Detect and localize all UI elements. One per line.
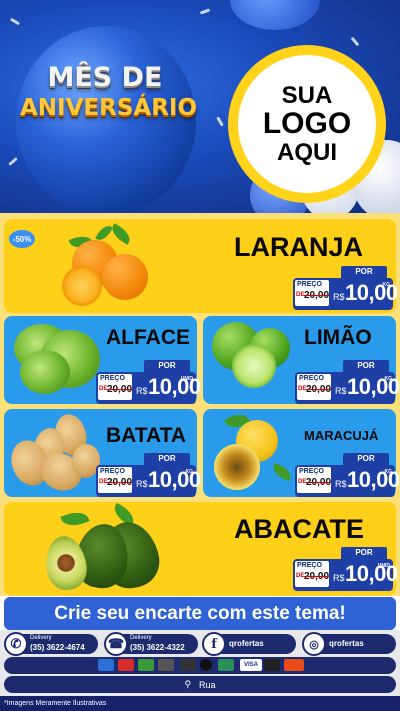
delivery-phone-1: (35) 3622-4674 — [30, 643, 85, 652]
card-icon — [98, 659, 114, 671]
confetti — [350, 36, 360, 47]
mastercard-icon — [264, 659, 280, 671]
preco-label: PREÇO — [100, 375, 125, 382]
price-tag-batata: POR PREÇO DE 20,00 R$ 10,00 KG — [96, 453, 201, 497]
delivery-label-1: Delivery — [30, 635, 52, 641]
currency: R$ — [333, 292, 345, 302]
unit-label: UNID — [377, 563, 390, 569]
currency: R$ — [335, 479, 347, 489]
old-price: 20,00 — [304, 571, 330, 582]
currency: R$ — [136, 386, 148, 396]
price-tag-abacate: POR PREÇO DE 20,00 R$ 10,00 UNID — [293, 547, 398, 591]
address-text: Rua — [199, 679, 216, 690]
price-tag-alface: POR PREÇO DE 20,00 R$ 10,00 UNID — [96, 360, 201, 404]
event-title: MÊS DE ANIVERSÁRIO — [20, 62, 198, 121]
balloon — [230, 0, 320, 30]
product-name-maracuja: MARACUJÁ — [304, 428, 379, 443]
preco-label: PREÇO — [297, 281, 322, 288]
delivery-label-2: Delivery — [130, 635, 152, 641]
product-name-alface: ALFACE — [106, 326, 190, 349]
unit-label: KG — [384, 469, 393, 475]
por-label: POR — [343, 453, 389, 465]
confetti — [216, 116, 224, 127]
cta-text: Crie seu encarte com este tema! — [54, 602, 346, 624]
whatsapp-icon: ✆ — [4, 632, 28, 656]
logo-text-2: LOGO — [262, 107, 352, 141]
por-label: POR — [341, 547, 387, 559]
title-line-2: ANIVERSÁRIO — [20, 95, 198, 121]
unit-label: KG — [382, 282, 391, 288]
product-name-abacate: ABACATE — [234, 514, 364, 544]
por-label: POR — [341, 266, 387, 278]
confetti — [8, 157, 18, 166]
preco-label: PREÇO — [297, 562, 322, 569]
unit-label: UNID — [180, 376, 193, 382]
address-bar[interactable]: ⚲ Rua — [4, 676, 396, 693]
por-label: POR — [144, 453, 190, 465]
title-line-1: MÊS DE — [47, 62, 163, 93]
por-label: POR — [144, 360, 190, 372]
cta-banner[interactable]: Crie seu encarte com este tema! — [4, 597, 396, 630]
card-icon — [218, 659, 234, 671]
delivery-phone-2: (35) 3622-4322 — [130, 643, 185, 652]
logo-text-3: AQUI — [277, 138, 337, 166]
old-price: 20,00 — [107, 384, 133, 395]
visa-icon: VISA — [240, 659, 262, 671]
unit-label: KG — [185, 469, 194, 475]
preco-label: PREÇO — [299, 468, 324, 475]
cash-icon — [138, 659, 154, 671]
facebook-handle: qrofertas — [229, 639, 264, 648]
old-price: 20,00 — [306, 384, 332, 395]
confetti — [199, 8, 211, 15]
price-tag-laranja: POR PREÇO DE 20,00 R$ 10,00 KG — [293, 266, 398, 310]
confetti — [9, 17, 21, 26]
location-pin-icon: ⚲ — [184, 679, 192, 689]
preco-label: PREÇO — [299, 375, 324, 382]
preco-label: PREÇO — [100, 468, 125, 475]
currency: R$ — [136, 479, 148, 489]
disclaimer: *Imagens Meramente Ilustrativas — [0, 696, 400, 711]
price-tag-maracuja: POR PREÇO DE 20,00 R$ 10,00 KG — [295, 453, 400, 497]
instagram-handle: qrofertas — [329, 639, 364, 648]
card-icon — [200, 659, 212, 671]
product-name-limao: LIMÃO — [304, 326, 372, 349]
card-icon — [158, 659, 174, 671]
por-label: POR — [343, 360, 389, 372]
product-name-laranja: LARANJA — [234, 232, 364, 262]
card-icon — [118, 659, 134, 671]
price-tag-limao: POR PREÇO DE 20,00 R$ 10,00 KG — [295, 360, 400, 404]
old-price: 20,00 — [306, 477, 332, 488]
old-price: 20,00 — [304, 290, 330, 301]
unit-label: KG — [384, 376, 393, 382]
facebook-icon: f — [202, 632, 226, 656]
card-icon — [180, 659, 196, 671]
discount-badge: -50% — [9, 230, 35, 248]
instagram-icon: ◎ — [302, 632, 326, 656]
logo-text-1: SUA — [281, 82, 333, 110]
phone-icon: ☎ — [104, 632, 128, 656]
logo-placeholder: SUA LOGO AQUI — [238, 55, 376, 193]
product-name-batata: BATATA — [106, 424, 187, 447]
card-icon — [284, 659, 304, 671]
currency: R$ — [335, 386, 347, 396]
old-price: 20,00 — [107, 477, 133, 488]
currency: R$ — [333, 573, 345, 583]
